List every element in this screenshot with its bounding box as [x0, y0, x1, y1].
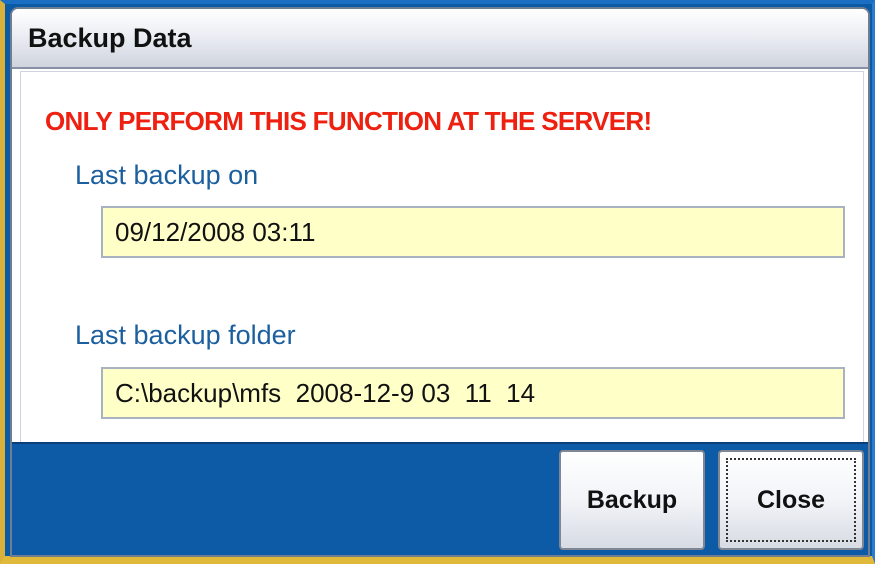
last-backup-label: Last backup on	[75, 160, 259, 190]
dialog-content: ONLY PERFORM THIS FUNCTION AT THE SERVER…	[20, 71, 864, 443]
button-bar: Backup Close	[12, 442, 868, 555]
close-button[interactable]: Close	[718, 450, 864, 550]
last-backup-date-field[interactable]	[101, 206, 845, 258]
backup-dialog: Backup Data ONLY PERFORM THIS FUNCTION A…	[10, 7, 870, 557]
last-backup-folder-label: Last backup folder	[75, 320, 296, 350]
backup-button[interactable]: Backup	[559, 450, 705, 550]
title-bar[interactable]: Backup Data	[12, 9, 868, 69]
server-warning: ONLY PERFORM THIS FUNCTION AT THE SERVER…	[45, 106, 652, 136]
window-title: Backup Data	[28, 23, 192, 53]
last-backup-folder-field[interactable]	[101, 367, 845, 419]
